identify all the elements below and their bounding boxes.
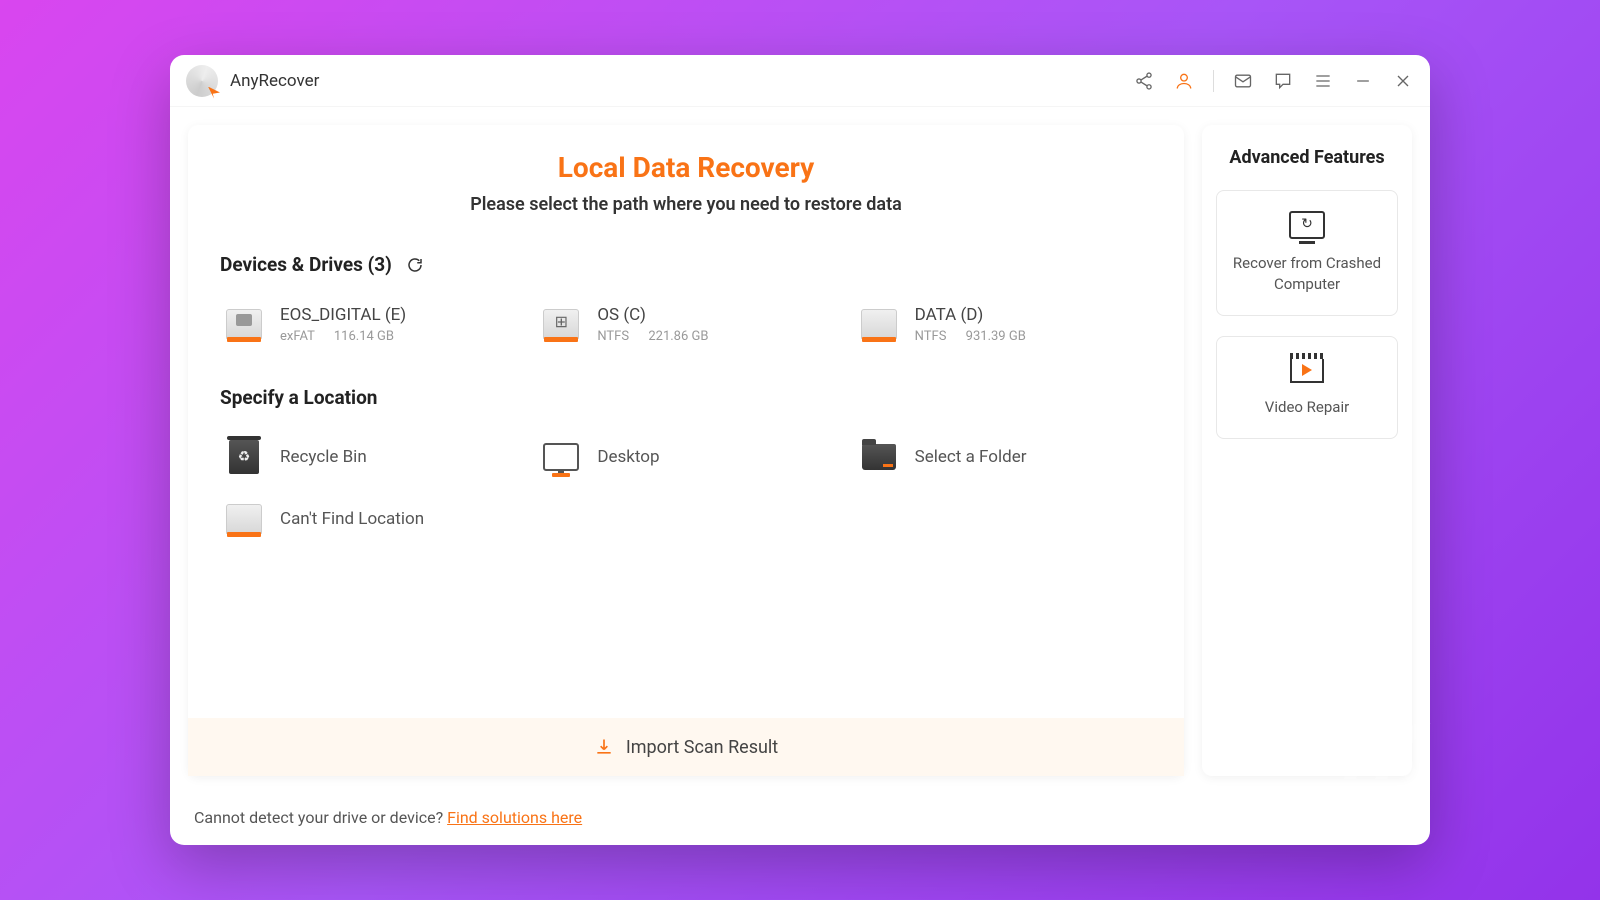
folder-icon	[859, 437, 899, 477]
recycle-bin-icon	[224, 437, 264, 477]
footer-text: Cannot detect your drive or device?	[194, 808, 447, 827]
location-label: Can't Find Location	[280, 509, 424, 529]
video-repair-icon	[1290, 357, 1324, 383]
titlebar-actions	[1133, 70, 1414, 92]
main-panel: Local Data Recovery Please select the pa…	[188, 125, 1184, 776]
drive-fs: NTFS	[597, 329, 629, 344]
drive-data-d[interactable]: DATA (D) NTFS 931.39 GB	[855, 298, 1152, 350]
drive-name: DATA (D)	[915, 305, 1026, 325]
titlebar-divider	[1213, 70, 1214, 92]
page-title: Local Data Recovery	[220, 151, 1152, 184]
minimize-icon[interactable]	[1352, 70, 1374, 92]
locations-grid: Recycle Bin Desktop Select a Folder Can'…	[220, 431, 1152, 545]
location-cant-find[interactable]: Can't Find Location	[220, 493, 517, 545]
location-label: Desktop	[597, 447, 659, 467]
drive-os-c[interactable]: OS (C) NTFS 221.86 GB	[537, 298, 834, 350]
content-area: Local Data Recovery Please select the pa…	[170, 107, 1430, 794]
drive-size: 931.39 GB	[966, 329, 1026, 344]
mail-icon[interactable]	[1232, 70, 1254, 92]
page-subtitle: Please select the path where you need to…	[220, 194, 1152, 215]
side-panel: Advanced Features Recover from Crashed C…	[1202, 125, 1412, 776]
import-scan-result-button[interactable]: Import Scan Result	[188, 718, 1184, 776]
drives-grid: EOS_DIGITAL (E) exFAT 116.14 GB OS (C) N…	[220, 298, 1152, 350]
location-select-folder[interactable]: Select a Folder	[855, 431, 1152, 483]
feature-label: Recover from Crashed Computer	[1227, 253, 1387, 295]
drive-name: OS (C)	[597, 305, 708, 325]
feature-recover-crashed[interactable]: Recover from Crashed Computer	[1216, 190, 1398, 316]
drive-size: 116.14 GB	[334, 329, 394, 344]
side-panel-title: Advanced Features	[1216, 147, 1398, 168]
locations-header-label: Specify a Location	[220, 386, 377, 409]
hdd-drive-icon	[859, 304, 899, 344]
find-solutions-link[interactable]: Find solutions here	[447, 808, 582, 827]
unknown-drive-icon	[224, 499, 264, 539]
footer: Cannot detect your drive or device? Find…	[170, 794, 1430, 845]
close-icon[interactable]	[1392, 70, 1414, 92]
app-title: AnyRecover	[230, 71, 319, 91]
locations-header: Specify a Location	[220, 386, 1152, 409]
refresh-icon[interactable]	[406, 256, 424, 274]
drive-fs: NTFS	[915, 329, 947, 344]
feature-label: Video Repair	[1265, 397, 1349, 418]
devices-header: Devices & Drives (3)	[220, 253, 1152, 276]
usb-drive-icon	[224, 304, 264, 344]
location-recycle-bin[interactable]: Recycle Bin	[220, 431, 517, 483]
location-label: Recycle Bin	[280, 447, 367, 467]
devices-header-label: Devices & Drives (3)	[220, 253, 392, 276]
share-icon[interactable]	[1133, 70, 1155, 92]
feature-video-repair[interactable]: Video Repair	[1216, 336, 1398, 439]
titlebar: AnyRecover	[170, 55, 1430, 107]
drive-size: 221.86 GB	[648, 329, 708, 344]
desktop-icon	[541, 437, 581, 477]
location-label: Select a Folder	[915, 447, 1027, 467]
app-logo-icon	[186, 65, 218, 97]
drive-name: EOS_DIGITAL (E)	[280, 305, 406, 325]
drive-eos-digital[interactable]: EOS_DIGITAL (E) exFAT 116.14 GB	[220, 298, 517, 350]
system-drive-icon	[541, 304, 581, 344]
crashed-computer-icon	[1289, 211, 1325, 239]
drive-fs: exFAT	[280, 329, 315, 344]
feedback-icon[interactable]	[1272, 70, 1294, 92]
menu-icon[interactable]	[1312, 70, 1334, 92]
import-label: Import Scan Result	[626, 737, 778, 758]
user-icon[interactable]	[1173, 70, 1195, 92]
location-desktop[interactable]: Desktop	[537, 431, 834, 483]
app-window: AnyRecover	[170, 55, 1430, 845]
